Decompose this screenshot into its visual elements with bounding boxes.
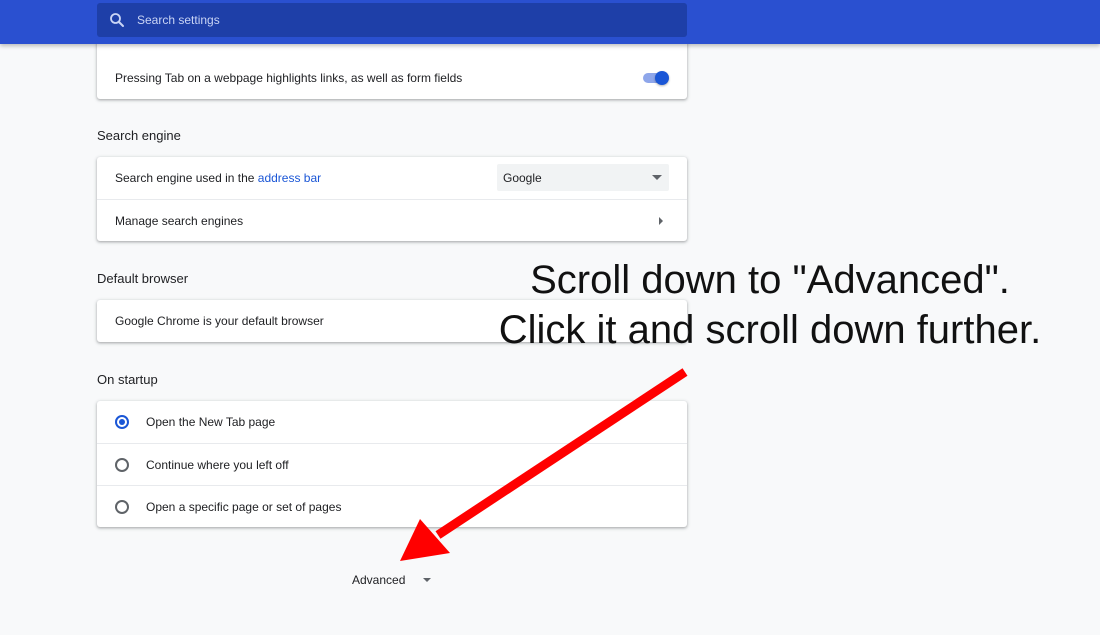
settings-header <box>0 0 1100 44</box>
chevron-right-icon <box>659 217 663 225</box>
startup-option-new-tab[interactable]: Open the New Tab page <box>97 401 687 443</box>
default-browser-status: Google Chrome is your default browser <box>115 314 324 328</box>
manage-search-engines-row[interactable]: Manage search engines <box>97 199 687 241</box>
startup-option-label: Open a specific page or set of pages <box>146 499 342 514</box>
annotation-line-1: Scroll down to "Advanced". <box>530 258 1010 302</box>
radio-button[interactable] <box>115 457 129 472</box>
search-engine-selected: Google <box>503 170 542 185</box>
search-input[interactable] <box>137 3 657 37</box>
dropdown-caret-icon <box>652 175 662 180</box>
manage-search-engines-label: Manage search engines <box>115 213 244 228</box>
tab-highlight-row[interactable]: Pressing Tab on a webpage highlights lin… <box>97 57 687 99</box>
accessibility-card: Pressing Tab on a webpage highlights lin… <box>97 36 687 99</box>
search-engine-prefix: Search engine used in the <box>115 171 258 185</box>
chevron-down-icon <box>423 578 432 582</box>
startup-option-specific-pages[interactable]: Open a specific page or set of pages <box>97 485 687 527</box>
advanced-label: Advanced <box>352 573 406 587</box>
default-browser-title: Default browser <box>97 271 189 286</box>
tab-highlight-label: Pressing Tab on a webpage highlights lin… <box>115 71 463 85</box>
search-engine-card: Search engine used in the address bar Go… <box>97 157 687 241</box>
address-bar-link[interactable]: address bar <box>258 171 321 185</box>
radio-button[interactable] <box>115 499 129 514</box>
search-engine-title: Search engine <box>97 128 181 143</box>
startup-option-label: Open the New Tab page <box>146 415 276 429</box>
search-icon <box>110 13 124 27</box>
search-engine-select[interactable]: Google <box>497 164 669 191</box>
annotation-line-2: Click it and scroll down further. <box>498 308 1042 352</box>
advanced-button[interactable]: Advanced <box>352 573 432 587</box>
tab-highlight-toggle[interactable] <box>641 71 669 85</box>
on-startup-card: Open the New Tab page Continue where you… <box>97 401 687 527</box>
toggle-knob <box>655 71 669 85</box>
radio-button-selected[interactable] <box>115 415 129 429</box>
search-box[interactable] <box>97 3 687 37</box>
search-engine-row: Search engine used in the address bar Go… <box>97 157 687 199</box>
on-startup-title: On startup <box>97 372 158 387</box>
annotation-text: Scroll down to "Advanced". Click it and … <box>480 255 1060 355</box>
startup-option-label: Continue where you left off <box>146 457 289 472</box>
startup-option-continue[interactable]: Continue where you left off <box>97 443 687 485</box>
